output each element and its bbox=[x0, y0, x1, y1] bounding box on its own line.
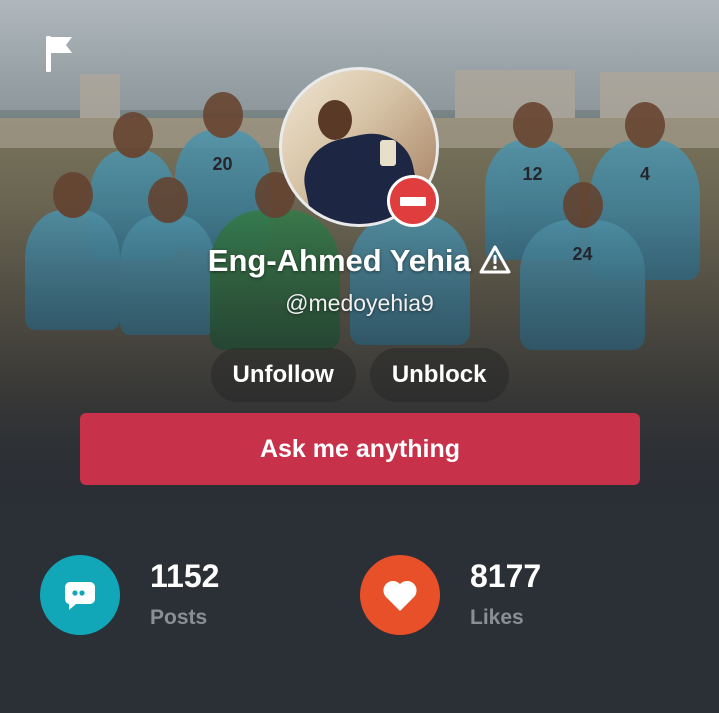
likes-label: Likes bbox=[470, 606, 524, 629]
profile-name-row: Eng-Ahmed Yehia bbox=[0, 243, 719, 279]
warning-icon[interactable] bbox=[479, 245, 511, 279]
heart-icon bbox=[360, 555, 440, 635]
profile-name: Eng-Ahmed Yehia bbox=[207, 243, 471, 278]
unfollow-button[interactable]: Unfollow bbox=[210, 348, 356, 402]
likes-stat[interactable]: 8177 Likes bbox=[360, 555, 541, 635]
avatar[interactable] bbox=[279, 67, 439, 227]
unblock-button[interactable]: Unblock bbox=[369, 348, 509, 402]
posts-count: 1152 bbox=[150, 558, 220, 594]
chat-bubble-icon bbox=[40, 555, 120, 635]
flag-icon[interactable] bbox=[42, 34, 76, 74]
blocked-icon bbox=[387, 175, 439, 227]
ask-me-anything-button[interactable]: Ask me anything bbox=[80, 413, 640, 485]
posts-stat[interactable]: 1152 Posts bbox=[40, 555, 219, 635]
likes-count: 8177 bbox=[470, 558, 542, 594]
profile-handle: @medoyehia9 bbox=[285, 290, 434, 316]
posts-label: Posts bbox=[150, 606, 208, 629]
profile-actions: Unfollow Unblock bbox=[0, 348, 719, 402]
